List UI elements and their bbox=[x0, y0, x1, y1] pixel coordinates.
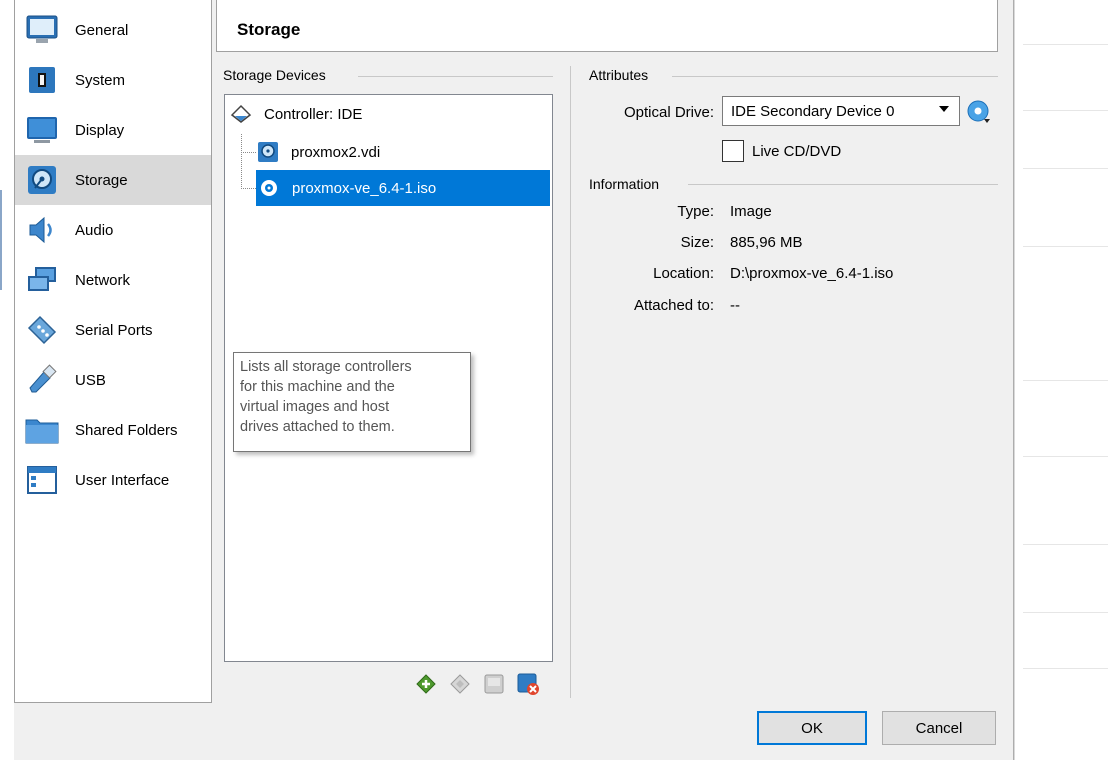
general-icon bbox=[25, 13, 59, 47]
add-controller-button[interactable] bbox=[412, 670, 440, 698]
system-icon bbox=[25, 63, 59, 97]
tree-connector bbox=[241, 152, 256, 153]
group-divider bbox=[688, 184, 998, 185]
chevron-down-icon bbox=[939, 106, 949, 112]
bg-row bbox=[1023, 110, 1108, 111]
bg-row bbox=[1023, 168, 1108, 169]
tree-item-label: proxmox2.vdi bbox=[291, 143, 381, 161]
size-value: 885,96 MB bbox=[730, 234, 803, 251]
bg-row bbox=[1023, 668, 1108, 669]
attached-to-label: Attached to: bbox=[633, 297, 714, 314]
user-interface-icon bbox=[25, 463, 59, 497]
tree-item-hard-disk[interactable]: proxmox2.vdi bbox=[257, 134, 537, 170]
background-window-right bbox=[1014, 0, 1108, 760]
sidebar-item-system[interactable]: System bbox=[15, 55, 211, 105]
sidebar-item-label: Shared Folders bbox=[75, 421, 178, 439]
hard-disk-icon bbox=[257, 141, 279, 163]
audio-icon bbox=[25, 213, 59, 247]
tree-item-optical[interactable]: proxmox-ve_6.4-1.iso bbox=[256, 170, 550, 206]
sidebar-item-network[interactable]: Network bbox=[15, 255, 211, 305]
sidebar-item-label: Storage bbox=[75, 171, 128, 189]
remove-attachment-button[interactable] bbox=[514, 670, 542, 698]
tree-connector bbox=[241, 134, 242, 189]
page-header: Storage bbox=[216, 0, 998, 52]
add-attachment-button[interactable] bbox=[480, 670, 508, 698]
storage-devices-title: Storage Devices bbox=[223, 67, 334, 83]
storage-tree-tooltip: Lists all storage controllers for this m… bbox=[233, 352, 471, 452]
live-cd-label: Live CD/DVD bbox=[752, 143, 842, 160]
optical-drive-select[interactable]: IDE Secondary Device 0 bbox=[722, 96, 960, 126]
cancel-button[interactable]: Cancel bbox=[882, 711, 996, 745]
tooltip-line: Lists all storage controllers bbox=[240, 359, 412, 375]
vertical-separator bbox=[570, 66, 571, 698]
ide-controller-icon bbox=[230, 103, 252, 125]
bg-row bbox=[1023, 544, 1108, 545]
sidebar-item-label: Display bbox=[75, 121, 125, 139]
page-title: Storage bbox=[237, 20, 301, 39]
group-divider bbox=[672, 76, 998, 77]
background-window-left bbox=[0, 0, 14, 760]
sidebar-item-user-interface[interactable]: User Interface bbox=[15, 455, 211, 505]
sidebar-item-shared-folders[interactable]: Shared Folders bbox=[15, 405, 211, 455]
display-icon bbox=[25, 113, 59, 147]
storage-toolbar bbox=[412, 670, 542, 698]
background-stripe bbox=[0, 190, 8, 290]
location-value: D:\proxmox-ve_6.4-1.iso bbox=[730, 265, 894, 282]
sidebar-item-label: General bbox=[75, 21, 129, 39]
tooltip-line: for this machine and the bbox=[240, 379, 395, 395]
bg-row bbox=[1023, 44, 1108, 45]
sidebar-item-label: Network bbox=[75, 271, 131, 289]
sidebar-item-label: USB bbox=[75, 371, 106, 389]
bg-row bbox=[1023, 612, 1108, 613]
tree-controller-ide[interactable]: Controller: IDE bbox=[230, 96, 530, 132]
information-title: Information bbox=[589, 176, 668, 192]
size-label: Size: bbox=[680, 234, 714, 251]
bg-row bbox=[1023, 246, 1108, 247]
attributes-title: Attributes bbox=[589, 67, 657, 83]
tree-item-label: proxmox-ve_6.4-1.iso bbox=[292, 179, 437, 197]
tooltip-line: drives attached to them. bbox=[240, 419, 395, 435]
sidebar-item-general[interactable]: General bbox=[15, 5, 211, 55]
sidebar-item-label: User Interface bbox=[75, 471, 170, 489]
choose-disk-button[interactable] bbox=[966, 99, 992, 125]
sidebar-item-storage[interactable]: Storage bbox=[15, 155, 211, 205]
sidebar-item-audio[interactable]: Audio bbox=[15, 205, 211, 255]
remove-controller-button[interactable] bbox=[446, 670, 474, 698]
live-cd-checkbox[interactable] bbox=[722, 140, 744, 162]
type-label: Type: bbox=[677, 203, 714, 220]
type-value: Image bbox=[730, 203, 772, 220]
optical-drive-label: Optical Drive: bbox=[623, 104, 714, 121]
tooltip-line: virtual images and host bbox=[240, 399, 390, 415]
sidebar-item-label: Serial Ports bbox=[75, 321, 153, 339]
serial-ports-icon bbox=[25, 313, 59, 347]
optical-drive-value: IDE Secondary Device 0 bbox=[731, 102, 895, 120]
controller-label: Controller: IDE bbox=[264, 105, 363, 123]
optical-disc-icon bbox=[258, 177, 280, 199]
sidebar-item-serial-ports[interactable]: Serial Ports bbox=[15, 305, 211, 355]
attached-to-value: -- bbox=[730, 297, 740, 314]
location-label: Location: bbox=[653, 265, 714, 282]
bg-row bbox=[1023, 456, 1108, 457]
storage-icon bbox=[25, 163, 59, 197]
shared-folders-icon bbox=[25, 413, 59, 447]
settings-sidebar: General System Display Storage Audio Net… bbox=[14, 0, 212, 703]
sidebar-item-display[interactable]: Display bbox=[15, 105, 211, 155]
network-icon bbox=[25, 263, 59, 297]
ok-button[interactable]: OK bbox=[757, 711, 867, 745]
usb-icon bbox=[25, 363, 59, 397]
sidebar-item-usb[interactable]: USB bbox=[15, 355, 211, 405]
group-divider bbox=[358, 76, 553, 77]
bg-row bbox=[1023, 380, 1108, 381]
sidebar-item-label: Audio bbox=[75, 221, 114, 239]
tree-connector bbox=[241, 188, 256, 189]
sidebar-item-label: System bbox=[75, 71, 126, 89]
